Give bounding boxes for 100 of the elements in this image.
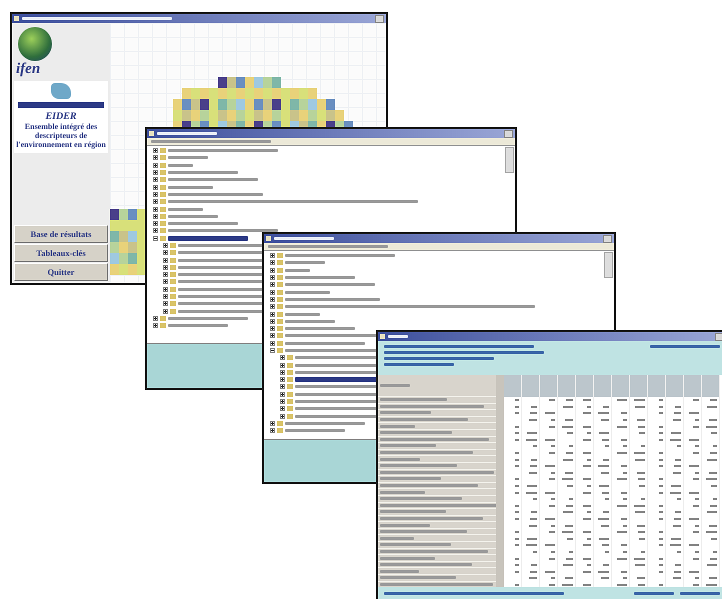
collapse-icon[interactable] [270,348,275,353]
illegible-text [380,477,441,480]
expand-icon[interactable] [270,275,275,280]
expand-icon[interactable] [270,326,275,332]
expand-icon[interactable] [153,316,158,321]
illegible-text [706,426,717,428]
expand-icon[interactable] [163,308,168,314]
illegible-text [567,485,573,488]
illegible-text [670,544,681,546]
illegible-text [567,432,573,434]
illegible-text [515,478,519,480]
illegible-text [526,438,537,441]
expand-icon[interactable] [153,228,158,234]
expand-icon[interactable] [270,260,275,266]
expand-icon[interactable] [163,250,168,256]
illegible-text [709,419,717,422]
expand-icon[interactable] [163,264,168,270]
expand-icon[interactable] [153,155,158,160]
expand-icon[interactable] [280,362,285,368]
illegible-text [634,558,645,560]
expand-icon[interactable] [270,282,275,288]
illegible-text [562,531,573,534]
expand-icon[interactable] [163,301,168,306]
expand-icon[interactable] [153,192,158,197]
illegible-text [380,570,419,573]
illegible-text [526,492,537,494]
expand-icon[interactable] [153,221,158,226]
expand-icon[interactable] [270,253,275,258]
window-icon [14,16,19,21]
expand-icon[interactable] [153,148,158,154]
expand-icon[interactable] [270,340,275,346]
illegible-text [380,536,414,540]
expand-icon[interactable] [270,420,275,426]
illegible-text [168,208,203,211]
menu-button[interactable]: Quitter [14,263,108,281]
illegible-text [565,524,573,527]
illegible-text [285,320,335,323]
illegible-text [677,445,681,448]
expand-icon[interactable] [163,294,168,300]
expand-icon[interactable] [270,428,275,434]
scrollbar[interactable] [505,147,514,173]
expand-icon[interactable] [280,377,285,382]
illegible-text [380,490,425,494]
expand-icon[interactable] [280,355,285,360]
illegible-text [598,570,609,573]
illegible-text [168,164,193,167]
expand-icon[interactable] [280,406,285,412]
expand-icon[interactable] [153,199,158,204]
scrollbar[interactable] [604,252,613,278]
window-icon [266,236,271,241]
illegible-text [598,412,609,414]
illegible-text [641,445,645,448]
illegible-text [680,592,720,594]
illegible-text [670,492,681,494]
column-header [522,375,540,397]
illegible-text [711,432,717,434]
illegible-text [603,458,609,461]
illegible-text [711,485,717,488]
illegible-text [380,510,446,514]
expand-icon[interactable] [163,279,168,284]
expand-icon[interactable] [270,296,275,302]
expand-icon[interactable] [163,272,168,278]
expand-icon[interactable] [270,318,275,324]
expand-icon[interactable] [270,333,275,338]
expand-icon[interactable] [280,414,285,419]
illegible-text [706,531,717,534]
illegible-text [526,544,537,546]
expand-icon[interactable] [270,290,275,295]
expand-icon[interactable] [153,162,158,168]
expand-icon[interactable] [270,268,275,273]
illegible-text [713,445,717,448]
expand-icon[interactable] [153,214,158,219]
expand-icon[interactable] [270,304,275,310]
expand-icon[interactable] [153,177,158,182]
collapse-icon[interactable] [153,236,158,241]
illegible-text [565,419,573,422]
expand-icon[interactable] [163,243,168,248]
window-icon [380,334,385,339]
column-header [666,375,684,397]
expand-icon[interactable] [270,312,275,317]
expand-icon[interactable] [153,206,158,212]
expand-icon[interactable] [163,286,168,292]
expand-icon[interactable] [153,323,158,328]
illegible-text [380,444,436,448]
illegible-text [709,577,717,580]
expand-icon[interactable] [280,399,285,404]
illegible-text [380,524,430,527]
illegible-text [569,445,573,448]
illegible-text [634,504,645,507]
expand-icon[interactable] [153,170,158,176]
illegible-text [706,584,717,586]
expand-icon[interactable] [163,258,168,263]
expand-icon[interactable] [280,370,285,375]
expand-icon[interactable] [280,384,285,390]
expand-icon[interactable] [280,392,285,397]
illegible-text [634,399,645,402]
menu-button[interactable]: Base de résultats [14,225,108,243]
illegible-text [583,584,591,586]
expand-icon[interactable] [153,184,158,190]
menu-button[interactable]: Tableaux-clés [14,244,108,262]
